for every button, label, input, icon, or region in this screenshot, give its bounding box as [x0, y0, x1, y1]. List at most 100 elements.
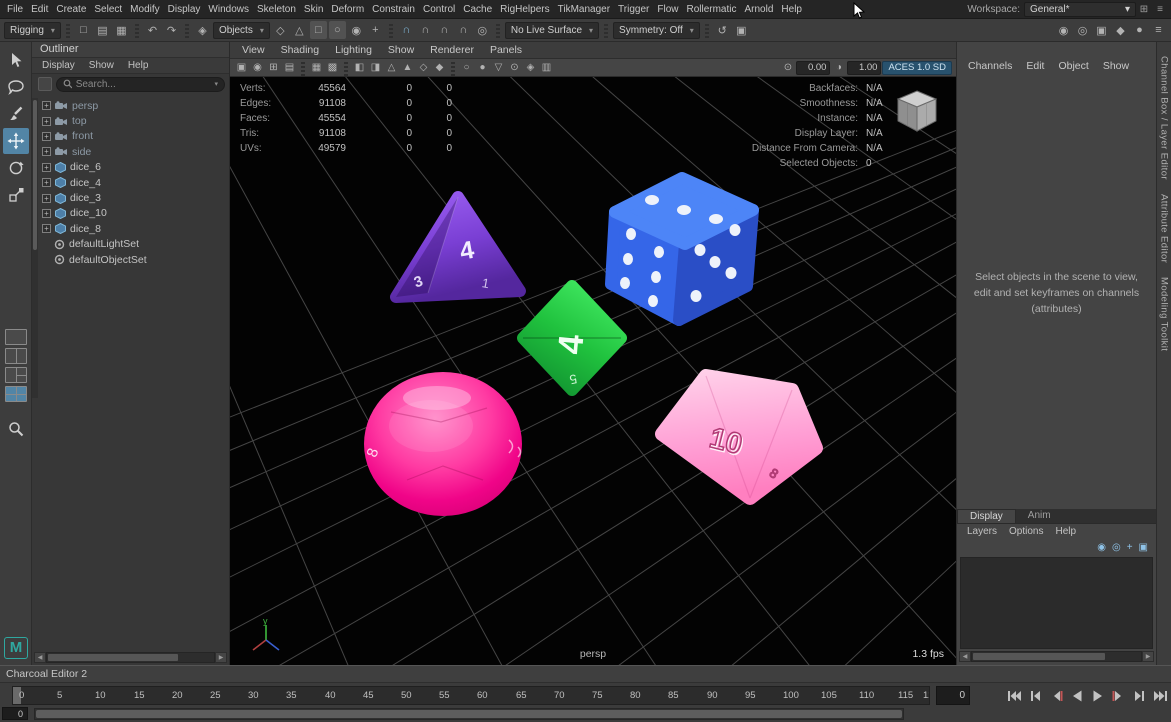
outliner-item-defaultObjectSet[interactable]: defaultObjectSet: [40, 252, 227, 267]
safe-action-icon[interactable]: ◇: [416, 60, 431, 76]
time-slider[interactable]: 0 5 10 15 20 25 30 35 40 45 50 55 60 65 …: [12, 686, 930, 705]
layer-menu-options[interactable]: Options: [1003, 525, 1049, 538]
2d-pan-zoom-icon[interactable]: ▩: [325, 60, 340, 76]
menu-create[interactable]: Create: [52, 2, 90, 17]
move-tool-button[interactable]: [2, 128, 29, 154]
step-forward-frame-button[interactable]: [1130, 684, 1150, 707]
menu-rollermatic[interactable]: Rollermatic: [682, 2, 740, 17]
select-hierarchy-icon[interactable]: ◈: [194, 21, 211, 39]
tab-attribute-editor[interactable]: Attribute Editor: [1159, 194, 1170, 263]
select-faces-icon[interactable]: □: [309, 21, 327, 39]
screen-space-ao-icon[interactable]: ▥: [539, 60, 554, 76]
safe-title-icon[interactable]: ◆: [432, 60, 447, 76]
outliner-item-dice_10[interactable]: + dice_10: [40, 206, 227, 221]
viewport-menu-lighting[interactable]: Lighting: [327, 43, 380, 57]
construction-history-icon[interactable]: ▣: [733, 21, 750, 39]
camera-attributes-icon[interactable]: ⊞: [266, 60, 281, 76]
snap-to-grid-icon[interactable]: ∩: [398, 21, 415, 39]
outliner-item-dice_6[interactable]: + dice_6: [40, 160, 227, 175]
step-back-frame-button[interactable]: [1025, 684, 1045, 707]
layer-horizontal-scrollbar[interactable]: ◀ ▶: [959, 651, 1154, 662]
open-scene-icon[interactable]: ▤: [94, 21, 111, 39]
outliner-menu-display[interactable]: Display: [36, 59, 81, 72]
outliner-horizontal-scrollbar[interactable]: ◀ ▶: [34, 652, 227, 663]
select-curves-icon[interactable]: △: [291, 21, 308, 39]
outliner-search-input[interactable]: [75, 78, 211, 90]
select-misc-icon[interactable]: +: [367, 21, 384, 39]
exposure-field[interactable]: 0.00: [796, 60, 831, 75]
play-backward-button[interactable]: [1067, 684, 1087, 707]
layout-four-pane-button[interactable]: [4, 386, 27, 402]
outliner-item-persp[interactable]: + persp: [40, 98, 227, 113]
menu-modify[interactable]: Modify: [126, 2, 163, 17]
expand-icon[interactable]: +: [42, 131, 51, 141]
scale-tool-button[interactable]: [3, 182, 29, 208]
outliner-item-defaultLightSet[interactable]: defaultLightSet: [40, 237, 227, 252]
select-camera-icon[interactable]: ▣: [234, 60, 249, 76]
select-objects-icon[interactable]: ○: [328, 21, 346, 39]
gamma-field[interactable]: 1.00: [847, 60, 882, 75]
save-scene-icon[interactable]: ▦: [113, 21, 130, 39]
range-slider[interactable]: [34, 708, 904, 720]
bookmark-icon[interactable]: ▤: [282, 60, 297, 76]
outliner-item-front[interactable]: + front: [40, 129, 227, 144]
layer-menu-help[interactable]: Help: [1049, 525, 1082, 538]
die-d8-green[interactable]: 4 5: [517, 280, 627, 396]
range-start-field[interactable]: [2, 707, 28, 720]
menu-trigger[interactable]: Trigger: [614, 2, 653, 17]
outliner-item-dice_8[interactable]: + dice_8: [40, 221, 227, 236]
outliner-vertical-scrollbar[interactable]: [32, 98, 38, 398]
die-d20-magenta[interactable]: 8: [364, 372, 522, 516]
lights-icon[interactable]: ⊙: [507, 60, 522, 76]
layout-three-pane-button[interactable]: [4, 367, 27, 383]
menu-cache[interactable]: Cache: [459, 2, 496, 17]
viewport-menu-shading[interactable]: Shading: [273, 43, 328, 57]
layout-two-pane-button[interactable]: [4, 348, 27, 364]
snap-to-plane-icon[interactable]: ∩: [455, 21, 472, 39]
expand-icon[interactable]: +: [42, 208, 51, 218]
render-settings-icon[interactable]: ▣: [1093, 21, 1110, 39]
scroll-left-icon[interactable]: ◀: [34, 652, 46, 663]
zoom-tool-button[interactable]: [3, 416, 29, 442]
scroll-right-icon[interactable]: ▶: [215, 652, 227, 663]
menu-skeleton[interactable]: Skeleton: [253, 2, 300, 17]
current-frame-field[interactable]: [936, 686, 970, 705]
expand-icon[interactable]: +: [42, 162, 51, 172]
paint-selection-tool-button[interactable]: [3, 101, 29, 127]
die-d6-blue[interactable]: [605, 172, 759, 326]
die-d10-pink[interactable]: 10 10 8: [655, 369, 823, 505]
tab-modeling-toolkit[interactable]: Modeling Toolkit: [1159, 277, 1170, 351]
go-to-end-button[interactable]: [1151, 684, 1171, 707]
tab-channel-box-layer-editor[interactable]: Channel Box / Layer Editor: [1159, 56, 1170, 180]
channel-box-menu-channels[interactable]: Channels: [961, 59, 1019, 73]
layout-single-pane-button[interactable]: [4, 329, 27, 345]
menu-arnold[interactable]: Arnold: [741, 2, 778, 17]
lasso-tool-button[interactable]: [3, 74, 29, 100]
viewport-canvas[interactable]: 4 3 1 4 5 8 10 10 8 Verts: 45564 0 0 Edg…: [230, 77, 956, 665]
make-live-icon[interactable]: ◎: [474, 21, 491, 39]
exposure-icon[interactable]: ⊙: [780, 60, 795, 76]
toggle-layer-visibility-icon[interactable]: ◉: [1097, 542, 1106, 553]
menu-file[interactable]: File: [3, 2, 27, 17]
workspace-select[interactable]: General* ▾: [1024, 1, 1136, 17]
select-rendering-icon[interactable]: ◉: [348, 21, 365, 39]
channel-box-menu-edit[interactable]: Edit: [1019, 59, 1051, 73]
tab-display[interactable]: Display: [957, 509, 1016, 523]
expand-icon[interactable]: +: [42, 116, 51, 126]
image-plane-icon[interactable]: ▦: [309, 60, 324, 76]
scroll-left-icon[interactable]: ◀: [959, 651, 971, 662]
wireframe-icon[interactable]: ○: [459, 60, 474, 76]
outliner-item-dice_4[interactable]: + dice_4: [40, 175, 227, 190]
menu-flow[interactable]: Flow: [653, 2, 682, 17]
redo-icon[interactable]: ↷: [163, 21, 180, 39]
menu-constrain[interactable]: Constrain: [368, 2, 419, 17]
layer-menu-layers[interactable]: Layers: [961, 525, 1003, 538]
die-d4-purple[interactable]: 4 3 1: [390, 191, 526, 303]
snap-to-curve-icon[interactable]: ∩: [417, 21, 434, 39]
filter-icon[interactable]: [38, 77, 52, 91]
symmetry-select[interactable]: Symmetry: Off ▾: [613, 21, 700, 39]
channel-box-menu-show[interactable]: Show: [1096, 59, 1136, 73]
textured-icon[interactable]: ▽: [491, 60, 506, 76]
channel-box-menu-object[interactable]: Object: [1051, 59, 1095, 73]
add-layer-from-selected-icon[interactable]: +: [1127, 542, 1133, 553]
